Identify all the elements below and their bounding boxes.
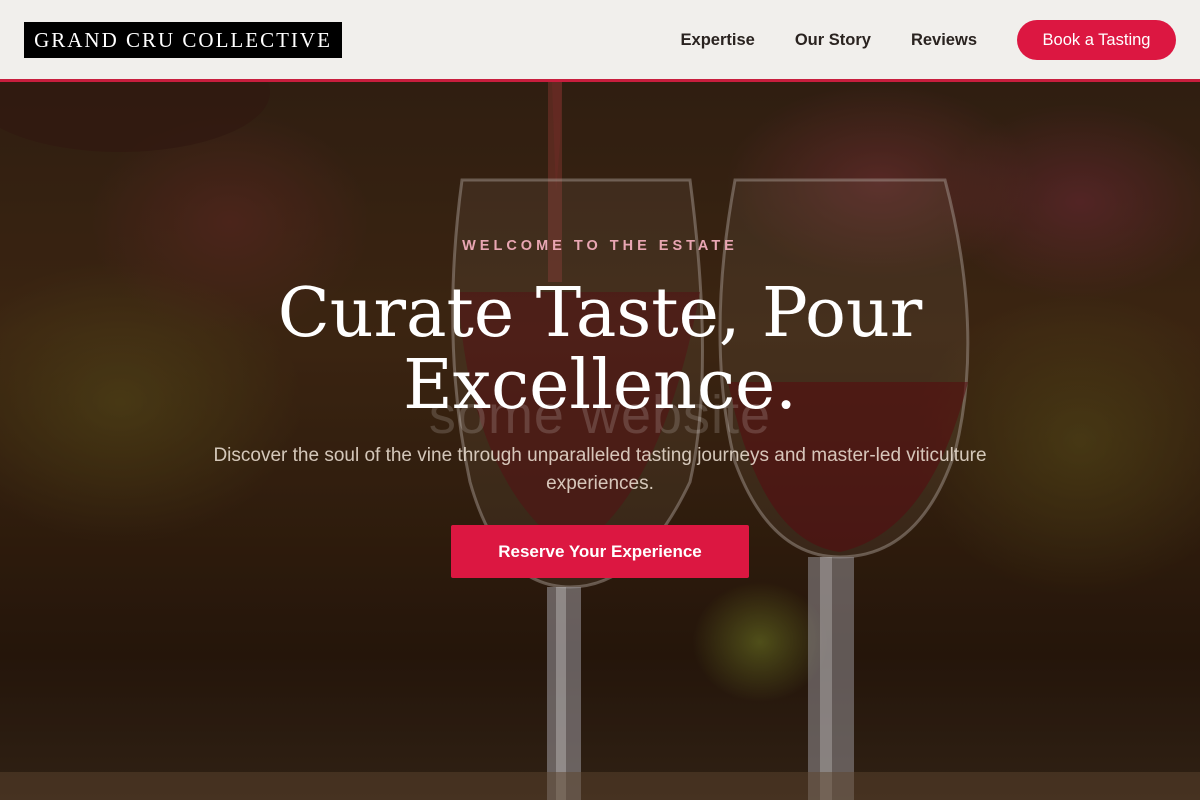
- nav-link-reviews[interactable]: Reviews: [911, 31, 977, 50]
- book-tasting-button[interactable]: Book a Tasting: [1017, 20, 1176, 60]
- hero-headline: Curate Taste, Pour Excellence.: [0, 278, 1200, 422]
- logo[interactable]: GRAND CRU COLLECTIVE: [24, 22, 342, 58]
- main-nav: Expertise Our Story Reviews Book a Tasti…: [681, 0, 1176, 80]
- reserve-experience-button[interactable]: Reserve Your Experience: [451, 525, 749, 578]
- hero-section: some website WELCOME TO THE ESTATE Curat…: [0, 82, 1200, 800]
- hero-headline-line2: Excellence.: [403, 346, 797, 425]
- hero-subtext: Discover the soul of the vine through un…: [213, 445, 987, 494]
- site-header: GRAND CRU COLLECTIVE Expertise Our Story…: [0, 0, 1200, 82]
- hero-headline-line1: Curate Taste, Pour: [277, 274, 923, 353]
- hero-eyebrow: WELCOME TO THE ESTATE: [462, 238, 738, 254]
- nav-link-our-story[interactable]: Our Story: [795, 31, 871, 50]
- nav-link-expertise[interactable]: Expertise: [681, 31, 755, 50]
